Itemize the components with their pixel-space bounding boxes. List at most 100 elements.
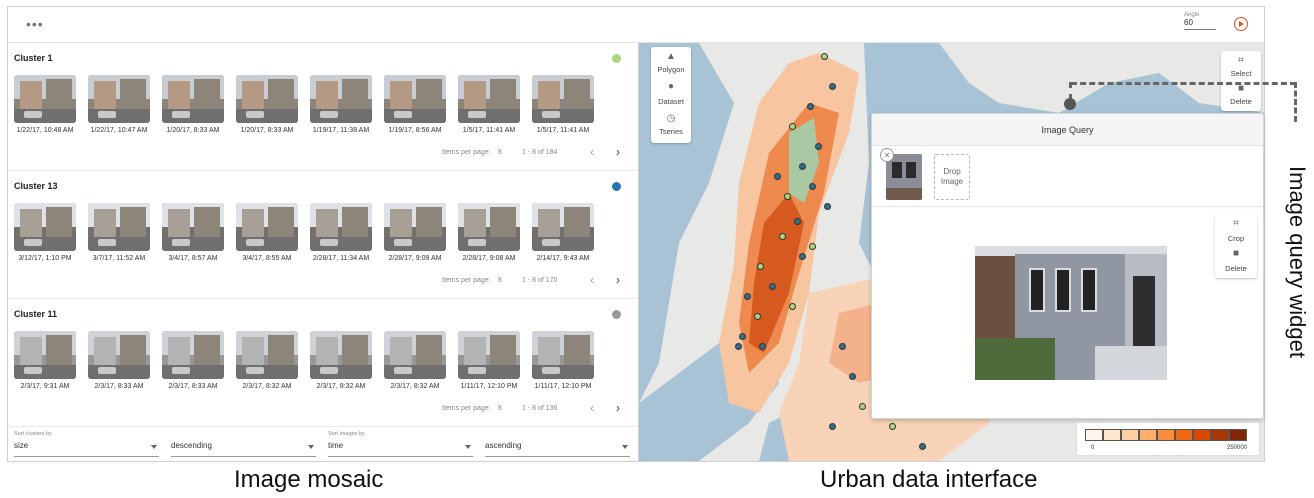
sort-images-select[interactable]: Sort images by time: [328, 431, 473, 457]
street-image-thumbnail[interactable]: [162, 75, 224, 123]
map-data-point[interactable]: [789, 303, 796, 310]
map-data-point[interactable]: [829, 83, 836, 90]
map-data-point[interactable]: [794, 218, 801, 225]
cluster-group: Cluster 13 3/12/17, 1:10 PM 3/7/17, 11:52 …: [8, 171, 638, 299]
chevron-left-icon[interactable]: ‹: [590, 273, 594, 287]
map-data-point[interactable]: [829, 423, 836, 430]
street-image-thumbnail[interactable]: [310, 203, 372, 251]
map-data-point[interactable]: [821, 53, 828, 60]
close-icon[interactable]: ×: [880, 148, 894, 162]
street-image-thumbnail[interactable]: [236, 331, 298, 379]
map-data-point[interactable]: [744, 293, 751, 300]
thumbnail-date: 1/5/17, 11:41 AM: [462, 127, 516, 134]
map-data-point[interactable]: [769, 283, 776, 290]
street-image-thumbnail[interactable]: [532, 331, 594, 379]
clock-icon[interactable]: ◷: [651, 113, 691, 124]
street-image-thumbnail[interactable]: [458, 75, 520, 123]
crop-icon[interactable]: ⌗: [1221, 55, 1261, 66]
map-data-point[interactable]: [839, 343, 846, 350]
legend-swatch: [1085, 429, 1103, 441]
query-image-thumbnail[interactable]: [886, 154, 922, 200]
crop-button[interactable]: Crop: [1215, 234, 1257, 243]
street-image-thumbnail[interactable]: [162, 331, 224, 379]
street-image-thumbnail[interactable]: [458, 331, 520, 379]
street-image-thumbnail[interactable]: [532, 203, 594, 251]
crop-icon[interactable]: ⌗: [1215, 218, 1257, 229]
chevron-right-icon[interactable]: ›: [616, 145, 620, 159]
items-per-page-value[interactable]: 8: [498, 149, 502, 156]
map-tool-panel: ▲ Polygon ● Dataset ◷ Tseries: [651, 47, 691, 143]
select-tool-label[interactable]: Select: [1221, 69, 1261, 78]
polygon-icon[interactable]: ▲: [651, 51, 691, 62]
thumbnail-date: 2/3/17, 8:32 AM: [316, 383, 366, 390]
items-per-page-value[interactable]: 8: [498, 405, 502, 412]
map-data-point[interactable]: [809, 243, 816, 250]
location-pin-icon[interactable]: ●: [651, 81, 691, 92]
play-icon[interactable]: [1234, 17, 1248, 31]
map-data-point[interactable]: [889, 423, 896, 430]
street-image-thumbnail[interactable]: [14, 203, 76, 251]
map-data-point[interactable]: [809, 183, 816, 190]
chevron-right-icon[interactable]: ›: [616, 273, 620, 287]
street-image-thumbnail[interactable]: [162, 203, 224, 251]
sort-clusters-select[interactable]: Sort clusters by size: [14, 431, 159, 457]
legend-swatch: [1157, 429, 1175, 441]
map-data-point[interactable]: [735, 343, 742, 350]
map-data-point[interactable]: [789, 123, 796, 130]
angle-value[interactable]: 60: [1184, 18, 1216, 30]
street-image-thumbnail[interactable]: [88, 75, 150, 123]
map-data-point[interactable]: [739, 333, 746, 340]
map-data-point[interactable]: [759, 343, 766, 350]
sort-clusters-label: Sort clusters by: [14, 431, 52, 437]
pagination-range: 1 - 8 of 136: [522, 405, 558, 412]
map-data-point[interactable]: [859, 403, 866, 410]
thumbnail-date: 1/5/17, 11:41 AM: [536, 127, 590, 134]
delete-tool-label[interactable]: Delete: [1221, 97, 1261, 106]
map-data-point[interactable]: [824, 203, 831, 210]
map-data-point[interactable]: [754, 313, 761, 320]
map-data-point[interactable]: [774, 173, 781, 180]
legend-swatch: [1193, 429, 1211, 441]
trash-icon[interactable]: ■: [1215, 248, 1257, 259]
map-data-point[interactable]: [807, 103, 814, 110]
street-image-thumbnail[interactable]: [310, 75, 372, 123]
thumbnail-date: 2/3/17, 8:33 AM: [94, 383, 144, 390]
map-data-point[interactable]: [779, 233, 786, 240]
map-data-point[interactable]: [784, 193, 791, 200]
map-data-point[interactable]: [815, 143, 822, 150]
street-image-thumbnail[interactable]: [384, 331, 446, 379]
map-edit-panel: ⌗ Select ■ Delete: [1221, 51, 1261, 111]
chevron-left-icon[interactable]: ‹: [590, 145, 594, 159]
chevron-left-icon[interactable]: ‹: [590, 401, 594, 415]
polygon-tool-label[interactable]: Polygon: [651, 65, 691, 74]
angle-input[interactable]: Angle 60: [1184, 12, 1216, 30]
chevron-right-icon[interactable]: ›: [616, 401, 620, 415]
thumbnail-date: 2/14/17, 9:43 AM: [536, 255, 590, 262]
street-image-thumbnail[interactable]: [310, 331, 372, 379]
street-image-thumbnail[interactable]: [384, 203, 446, 251]
street-image-thumbnail[interactable]: [532, 75, 594, 123]
caption-image-mosaic: Image mosaic: [234, 466, 384, 493]
street-image-thumbnail[interactable]: [14, 75, 76, 123]
map-data-point[interactable]: [799, 163, 806, 170]
street-image-thumbnail[interactable]: [88, 331, 150, 379]
drop-image-zone[interactable]: Drop Image: [934, 154, 970, 200]
street-image-thumbnail[interactable]: [236, 203, 298, 251]
street-image-thumbnail[interactable]: [236, 75, 298, 123]
tseries-tool-label[interactable]: Tseries: [651, 127, 691, 136]
map-data-point[interactable]: [849, 373, 856, 380]
street-image-thumbnail[interactable]: [458, 203, 520, 251]
thumbnail-date: 3/12/17, 1:10 PM: [18, 255, 72, 262]
items-per-page-value[interactable]: 8: [498, 277, 502, 284]
street-image-thumbnail[interactable]: [88, 203, 150, 251]
cluster-order-select[interactable]: descending: [171, 431, 316, 457]
more-menu-icon[interactable]: •••: [26, 16, 44, 32]
map-data-point[interactable]: [799, 253, 806, 260]
image-order-select[interactable]: ascending: [485, 431, 630, 457]
map-data-point[interactable]: [919, 443, 926, 450]
street-image-thumbnail[interactable]: [384, 75, 446, 123]
dataset-tool-label[interactable]: Dataset: [651, 97, 691, 106]
street-image-thumbnail[interactable]: [14, 331, 76, 379]
delete-button[interactable]: Delete: [1215, 264, 1257, 273]
map-data-point[interactable]: [757, 263, 764, 270]
